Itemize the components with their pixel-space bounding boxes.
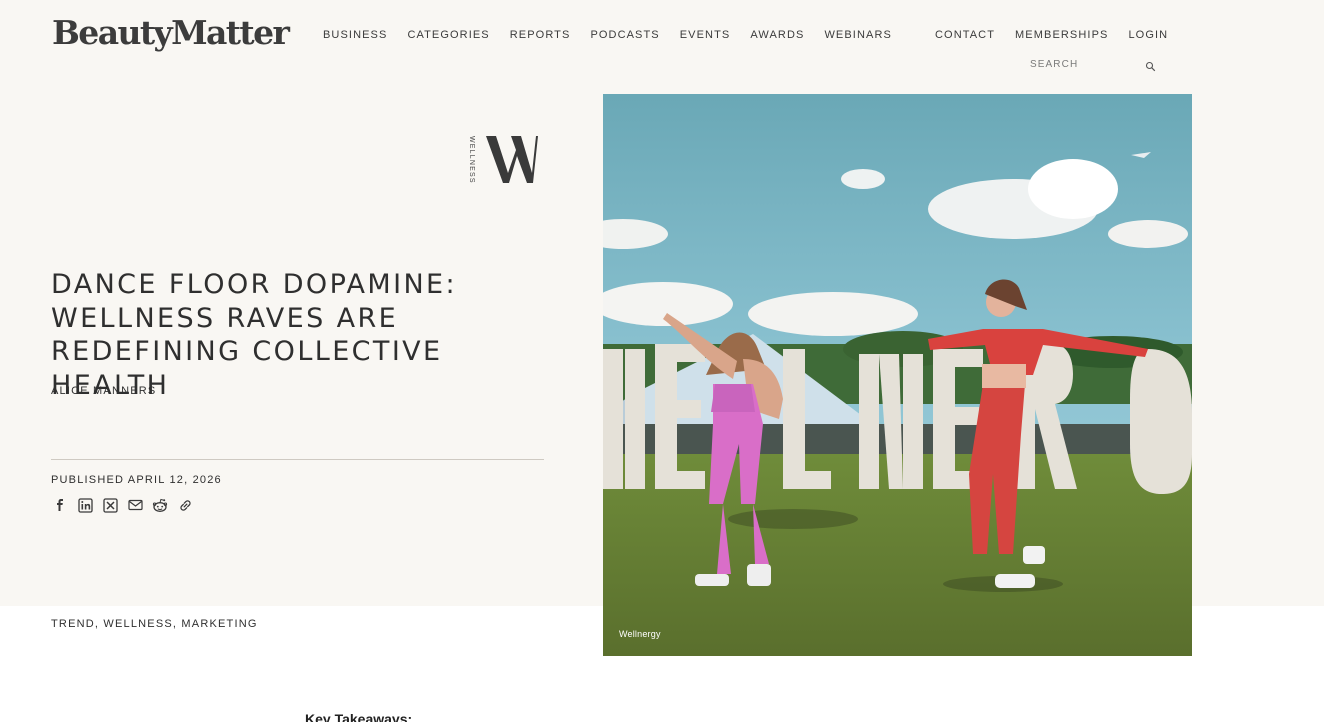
nav-webinars[interactable]: WEBINARS bbox=[824, 29, 891, 41]
nav-categories[interactable]: CATEGORIES bbox=[407, 29, 489, 41]
divider bbox=[51, 459, 544, 460]
link-icon[interactable] bbox=[176, 496, 194, 514]
main-nav: BUSINESS CATEGORIES REPORTS PODCASTS EVE… bbox=[323, 29, 912, 41]
article-title: DANCE FLOOR DOPAMINE: WELLNESS RAVES ARE… bbox=[51, 269, 458, 401]
hero-photo bbox=[603, 94, 1192, 656]
reddit-icon[interactable] bbox=[151, 496, 169, 514]
x-icon[interactable] bbox=[101, 496, 119, 514]
nav-memberships[interactable]: MEMBERSHIPS bbox=[1015, 29, 1108, 41]
nav-awards[interactable]: AWARDS bbox=[750, 29, 804, 41]
category-mark[interactable] bbox=[486, 128, 542, 191]
key-takeaways-heading: Key Takeaways: bbox=[305, 711, 413, 722]
image-credit: Wellnergy bbox=[619, 629, 661, 639]
nav-login[interactable]: LOGIN bbox=[1128, 29, 1168, 41]
linkedin-icon[interactable] bbox=[76, 496, 94, 514]
published-date: PUBLISHED APRIL 12, 2026 bbox=[51, 474, 222, 486]
nav-podcasts[interactable]: PODCASTS bbox=[590, 29, 659, 41]
article-author[interactable]: ALICE MANNERS bbox=[51, 385, 156, 397]
search-bar bbox=[1030, 57, 1156, 71]
nav-business[interactable]: BUSINESS bbox=[323, 29, 387, 41]
category-label[interactable]: WELLNESS bbox=[468, 136, 475, 184]
search-icon[interactable] bbox=[1145, 59, 1156, 71]
share-bar bbox=[51, 496, 194, 514]
search-input[interactable] bbox=[1030, 58, 1140, 70]
email-icon[interactable] bbox=[126, 496, 144, 514]
logo[interactable]: BeautyMatter bbox=[52, 13, 290, 52]
nav-contact[interactable]: CONTACT bbox=[935, 29, 995, 41]
nav-reports[interactable]: REPORTS bbox=[510, 29, 571, 41]
article-tags[interactable]: TREND, WELLNESS, MARKETING bbox=[51, 618, 258, 630]
utility-nav: CONTACT MEMBERSHIPS LOGIN bbox=[935, 29, 1188, 41]
facebook-icon[interactable] bbox=[51, 496, 69, 514]
nav-events[interactable]: EVENTS bbox=[680, 29, 731, 41]
